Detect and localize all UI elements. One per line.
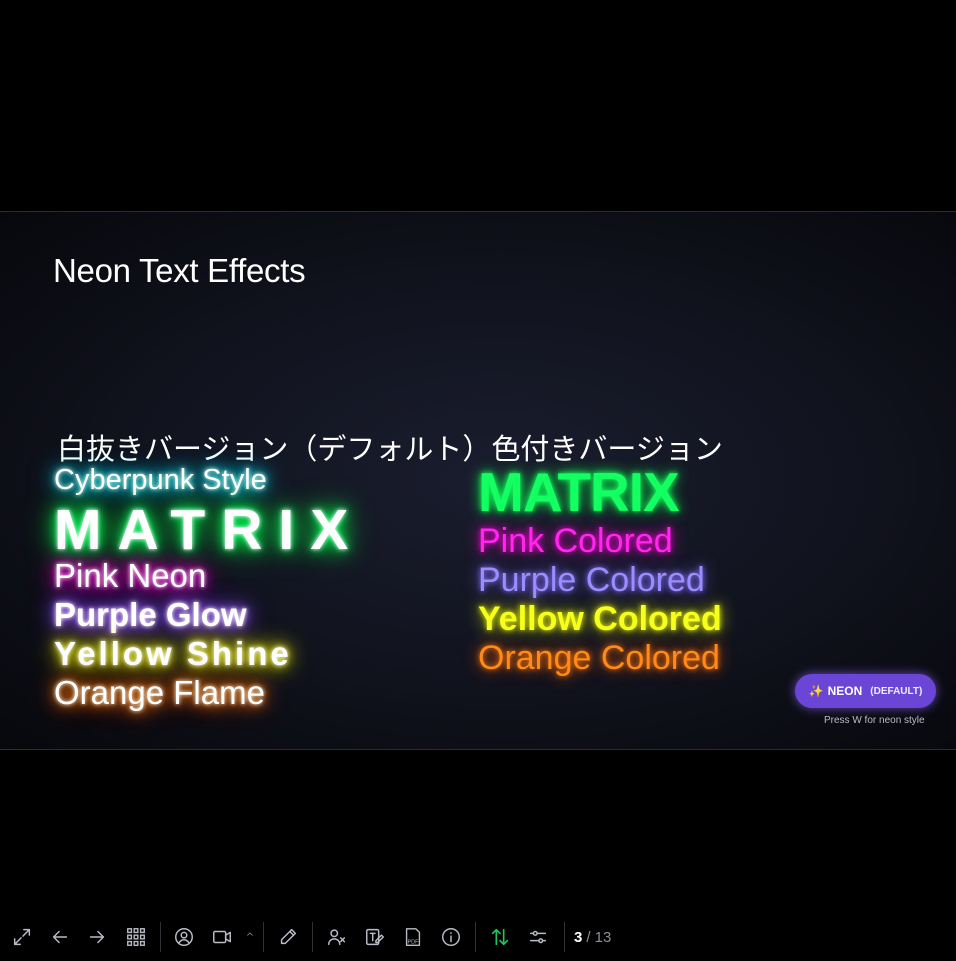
neon-mode-badge[interactable]: ✨ NEON (DEFAULT) xyxy=(795,674,936,708)
keyboard-hint: Press W for neon style xyxy=(824,715,925,726)
neon-sample-pink: Pink Neon xyxy=(54,557,207,594)
page-indicator[interactable]: 3 / 13 xyxy=(574,918,611,956)
svg-text:PDF: PDF xyxy=(408,939,420,945)
sparkles-icon: ✨ xyxy=(808,684,824,698)
next-slide-button[interactable] xyxy=(80,918,114,956)
sync-toggle-button[interactable] xyxy=(483,918,517,956)
presenter-mode-button[interactable] xyxy=(320,918,354,956)
pen-icon xyxy=(280,928,297,945)
presentation-toolbar: ^ PDF 3 / 13 xyxy=(0,918,956,956)
left-column-header: 白抜きバージョン（デフォルト） xyxy=(57,432,492,466)
colored-sample-matrix: MATRIX xyxy=(478,461,680,523)
info-button[interactable] xyxy=(434,918,468,956)
total-pages: / 13 xyxy=(586,928,612,946)
camera-icon xyxy=(213,930,231,944)
grid-icon xyxy=(127,928,145,946)
chevron-up-icon[interactable]: ^ xyxy=(245,918,255,956)
previous-slide-button[interactable] xyxy=(43,918,77,956)
slide-overview-button[interactable] xyxy=(119,918,153,956)
neon-sample-purple: Purple Glow xyxy=(54,596,247,633)
camera-view-button[interactable] xyxy=(167,918,201,956)
draw-button[interactable] xyxy=(271,918,305,956)
toolbar-divider xyxy=(160,922,161,952)
colored-sample-purple: Purple Colored xyxy=(478,561,705,599)
neon-sample-orange: Orange Flame xyxy=(54,674,265,711)
toolbar-divider xyxy=(263,922,264,952)
arrow-right-icon xyxy=(89,930,105,944)
info-icon xyxy=(442,928,460,946)
pdf-icon: PDF xyxy=(405,928,421,946)
edit-text-button[interactable] xyxy=(358,918,392,956)
slide-title: Neon Text Effects xyxy=(53,252,306,289)
neon-sample-matrix: MATRIX xyxy=(54,498,365,562)
fullscreen-icon xyxy=(13,928,31,946)
sliders-icon xyxy=(529,930,547,944)
current-page: 3 xyxy=(574,928,583,946)
colored-sample-orange: Orange Colored xyxy=(478,639,720,677)
slide: Neon Text Effects 白抜きバージョン（デフォルト）色付きバージョ… xyxy=(0,211,956,750)
settings-button[interactable] xyxy=(521,918,555,956)
colored-sample-yellow: Yellow Colored xyxy=(478,600,722,638)
swap-vertical-icon xyxy=(491,928,509,946)
presenter-icon xyxy=(328,929,346,946)
toolbar-divider xyxy=(475,922,476,952)
text-edit-icon xyxy=(366,928,384,946)
neon-sample-cyberpunk: Cyberpunk Style xyxy=(54,464,267,496)
fullscreen-button[interactable] xyxy=(5,918,39,956)
toolbar-divider xyxy=(564,922,565,952)
export-pdf-button[interactable]: PDF xyxy=(396,918,430,956)
arrow-left-icon xyxy=(52,930,68,944)
record-button[interactable] xyxy=(205,918,239,956)
user-circle-icon xyxy=(175,928,193,946)
toolbar-divider xyxy=(312,922,313,952)
colored-sample-pink: Pink Colored xyxy=(478,522,673,560)
badge-sublabel: (DEFAULT) xyxy=(870,685,923,697)
badge-label: NEON xyxy=(827,684,863,698)
neon-sample-yellow: Yellow Shine xyxy=(54,635,292,672)
